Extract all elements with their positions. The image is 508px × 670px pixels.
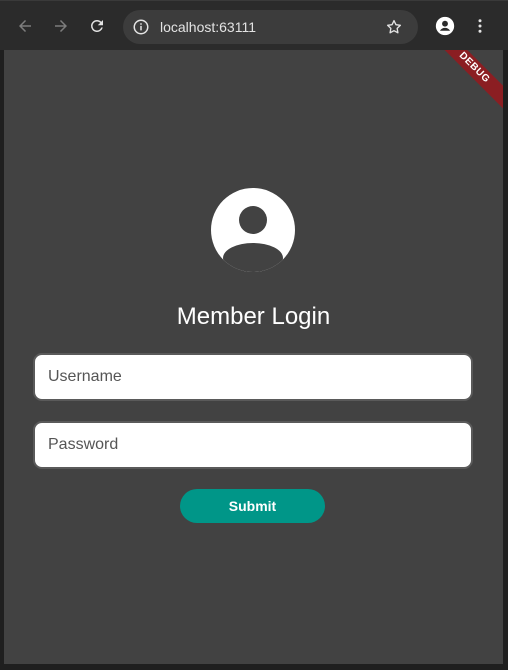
- address-bar[interactable]: localhost:63111: [123, 10, 418, 44]
- username-input[interactable]: [35, 355, 471, 399]
- username-field[interactable]: [33, 353, 473, 401]
- url-text[interactable]: localhost:63111: [160, 10, 256, 44]
- profile-button[interactable]: [429, 10, 461, 42]
- window-bottom-edge: [0, 664, 508, 670]
- kebab-menu-icon: [478, 19, 482, 33]
- app-viewport: DEBUG Member Login Submit: [4, 50, 503, 664]
- submit-button[interactable]: Submit: [180, 489, 325, 523]
- reload-icon: [91, 19, 103, 32]
- password-field[interactable]: [33, 421, 473, 469]
- menu-button[interactable]: [464, 10, 496, 42]
- profile-icon: [435, 16, 455, 36]
- account-circle-icon: [211, 188, 295, 272]
- password-input[interactable]: [35, 423, 471, 467]
- browser-window: localhost:63111 DEBUG Member Login Usern…: [0, 0, 508, 670]
- star-icon[interactable]: [385, 18, 403, 41]
- page-title: Member Login: [176, 303, 331, 330]
- reload-button[interactable]: [81, 10, 113, 42]
- info-icon[interactable]: [132, 18, 150, 41]
- arrow-right-icon: [55, 20, 67, 32]
- arrow-left-icon: [19, 20, 31, 32]
- back-button[interactable]: [9, 10, 41, 42]
- browser-toolbar: localhost:63111: [0, 0, 508, 50]
- debug-banner: DEBUG: [429, 50, 503, 113]
- forward-button[interactable]: [45, 10, 77, 42]
